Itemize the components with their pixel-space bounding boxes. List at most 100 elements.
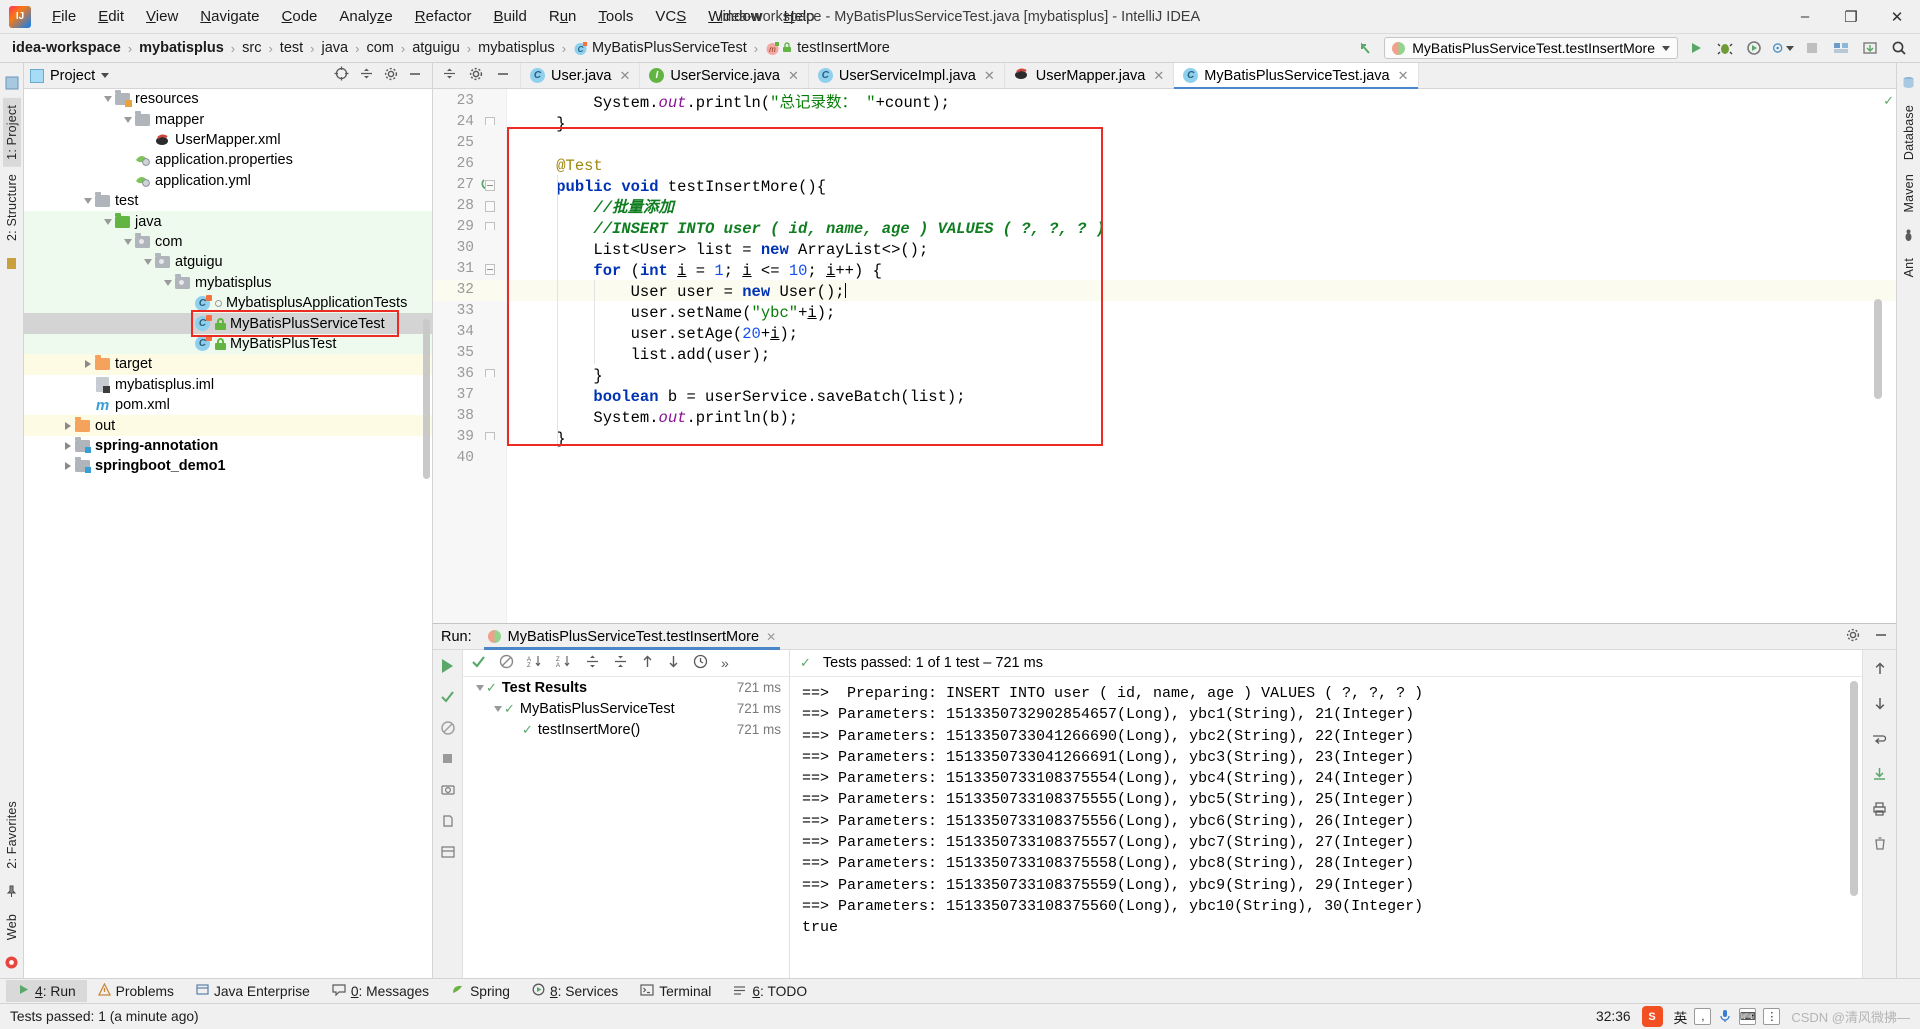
tree-node-mapper[interactable]: mapper bbox=[24, 109, 432, 129]
editor-scrollbar[interactable] bbox=[1874, 299, 1882, 399]
tree-node-com[interactable]: com bbox=[24, 232, 432, 252]
profiler-button[interactable] bbox=[1772, 37, 1794, 59]
toolwindow-button-todo[interactable]: 6: TODO bbox=[722, 981, 818, 1002]
scroll-from-source-icon[interactable] bbox=[334, 66, 349, 85]
run-button[interactable] bbox=[1685, 37, 1707, 59]
run-tab-close-icon[interactable]: ✕ bbox=[766, 630, 776, 644]
toolwindow-button-run[interactable]: 4: Run bbox=[6, 980, 87, 1002]
editor-gutter[interactable]: 232425262728293031323334353637383940 bbox=[433, 89, 507, 623]
code-fold-toggle[interactable] bbox=[485, 264, 495, 275]
show-passed-icon[interactable] bbox=[471, 654, 486, 673]
breadcrumb-item-atguigu[interactable]: atguigu bbox=[412, 40, 460, 56]
project-tree-scrollbar[interactable] bbox=[423, 319, 430, 479]
breadcrumb-item-java[interactable]: java bbox=[322, 40, 349, 56]
ime-tools-icon[interactable]: ⋮ bbox=[1763, 1008, 1780, 1025]
tree-node-spring-annotation[interactable]: spring-annotation bbox=[24, 436, 432, 456]
tree-twisty-right-icon[interactable] bbox=[61, 422, 74, 430]
prev-test-icon[interactable] bbox=[641, 654, 654, 673]
search-everywhere-icon[interactable] bbox=[1888, 37, 1910, 59]
tree-node-mybatisplus-iml[interactable]: mybatisplus.iml bbox=[24, 375, 432, 395]
print-icon[interactable] bbox=[1871, 800, 1888, 817]
sidebar-tab-maven[interactable]: Maven bbox=[1900, 167, 1918, 220]
menu-file[interactable]: File bbox=[41, 4, 87, 29]
menu-code[interactable]: Code bbox=[271, 4, 329, 29]
breadcrumb-item-test[interactable]: test bbox=[280, 40, 303, 56]
console-output[interactable]: ==> Preparing: INSERT INTO user ( id, na… bbox=[790, 677, 1862, 978]
editor-tab-close-icon[interactable]: ✕ bbox=[788, 68, 799, 84]
sogou-ime-icon[interactable]: S bbox=[1642, 1006, 1663, 1027]
tree-twisty-down-icon[interactable] bbox=[101, 96, 114, 102]
clear-all-icon[interactable] bbox=[1871, 835, 1888, 852]
editor-tab-userservice-java[interactable]: IUserService.java✕ bbox=[640, 63, 809, 88]
breadcrumb-item-testinsertmore[interactable]: mtestInsertMore bbox=[765, 40, 890, 56]
tree-node-mybatisplus[interactable]: mybatisplus bbox=[24, 273, 432, 293]
menu-build[interactable]: Build bbox=[482, 4, 537, 29]
console-scrollbar[interactable] bbox=[1850, 681, 1858, 896]
collapse-all-tests-icon[interactable] bbox=[613, 654, 628, 673]
ime-keyboard-icon[interactable]: ⌨ bbox=[1739, 1008, 1756, 1025]
menu-window[interactable]: Window bbox=[697, 4, 772, 29]
breadcrumb-item-mybatisplus[interactable]: mybatisplus bbox=[478, 40, 555, 56]
run-settings-gear-icon[interactable] bbox=[1846, 628, 1860, 646]
toolwindow-button-services[interactable]: 8: Services bbox=[521, 980, 629, 1002]
menu-view[interactable]: View bbox=[135, 4, 189, 29]
export-icon[interactable] bbox=[439, 812, 456, 829]
project-file-tree[interactable]: resourcesmapperUserMapper.xmlapplication… bbox=[24, 89, 432, 978]
tree-twisty-down-icon[interactable] bbox=[141, 259, 154, 265]
run-configuration-selector[interactable]: MyBatisPlusServiceTest.testInsertMore bbox=[1384, 37, 1678, 59]
chrome-icon[interactable] bbox=[3, 954, 20, 971]
code-fold-toggle[interactable] bbox=[485, 432, 495, 440]
breadcrumb-item-idea-workspace[interactable]: idea-workspace bbox=[12, 40, 121, 56]
pause-output-icon[interactable] bbox=[439, 750, 456, 767]
tree-twisty-down-icon[interactable] bbox=[161, 280, 174, 286]
toolwindow-button-java-enterprise[interactable]: Java Enterprise bbox=[185, 980, 321, 1002]
test-twisty-down-icon[interactable] bbox=[491, 706, 504, 712]
editor-tab-user-java[interactable]: CUser.java✕ bbox=[521, 63, 640, 88]
scroll-to-end-icon[interactable] bbox=[1871, 765, 1888, 782]
close-button[interactable]: ✕ bbox=[1874, 0, 1920, 33]
breadcrumb-item-mybatisplusservicetest[interactable]: CMyBatisPlusServiceTest bbox=[573, 40, 747, 56]
camera-icon[interactable] bbox=[439, 781, 456, 798]
tree-node-target[interactable]: target bbox=[24, 354, 432, 374]
menu-vcs[interactable]: VCS bbox=[644, 4, 697, 29]
tree-node-resources[interactable]: resources bbox=[24, 89, 432, 109]
tree-twisty-down-icon[interactable] bbox=[121, 117, 134, 123]
menu-tools[interactable]: Tools bbox=[587, 4, 644, 29]
hide-editor-icon[interactable] bbox=[496, 67, 510, 85]
code-fold-toggle[interactable] bbox=[485, 369, 495, 377]
editor-tab-mybatisplusservicetest-java[interactable]: CMyBatisPlusServiceTest.java✕ bbox=[1174, 63, 1418, 88]
menu-run[interactable]: Run bbox=[538, 4, 588, 29]
project-settings-gear-icon[interactable] bbox=[384, 67, 398, 85]
tree-twisty-right-icon[interactable] bbox=[61, 442, 74, 450]
editor-tab-close-icon[interactable]: ✕ bbox=[984, 68, 995, 84]
hide-run-panel-icon[interactable] bbox=[1874, 628, 1888, 646]
scroll-up-icon[interactable] bbox=[1871, 660, 1888, 677]
ime-mic-icon[interactable] bbox=[1718, 1008, 1732, 1026]
sort-tabs-icon[interactable] bbox=[443, 67, 456, 84]
minimize-button[interactable]: – bbox=[1782, 0, 1828, 33]
hide-ignored-icon[interactable] bbox=[499, 654, 514, 673]
next-test-icon[interactable] bbox=[667, 654, 680, 673]
test-history-icon[interactable] bbox=[693, 654, 708, 673]
menu-help[interactable]: Help bbox=[773, 4, 826, 29]
editor-tab-close-icon[interactable]: ✕ bbox=[1153, 68, 1164, 84]
tree-twisty-right-icon[interactable] bbox=[61, 462, 74, 470]
maximize-button[interactable]: ❐ bbox=[1828, 0, 1874, 33]
tree-twisty-down-icon[interactable] bbox=[101, 219, 114, 225]
code-fold-toggle[interactable] bbox=[485, 201, 495, 212]
tree-twisty-down-icon[interactable] bbox=[81, 198, 94, 204]
test-twisty-down-icon[interactable] bbox=[473, 685, 486, 691]
sidebar-tab-favorites[interactable]: 2: Favorites bbox=[3, 794, 21, 876]
tree-twisty-right-icon[interactable] bbox=[81, 360, 94, 368]
tree-node-mybatisplusservicetest[interactable]: CMyBatisPlusServiceTest bbox=[24, 313, 432, 333]
bookmarks-icon[interactable] bbox=[3, 255, 20, 272]
tree-node-application-properties[interactable]: application.properties bbox=[24, 150, 432, 170]
toolwindow-button-messages[interactable]: 0: Messages bbox=[321, 980, 440, 1002]
breadcrumb-item-com[interactable]: com bbox=[366, 40, 393, 56]
sidebar-tab-structure[interactable]: 2: Structure bbox=[3, 167, 21, 248]
menu-navigate[interactable]: Navigate bbox=[189, 4, 270, 29]
tree-twisty-down-icon[interactable] bbox=[121, 239, 134, 245]
editor-tab-close-icon[interactable]: ✕ bbox=[1398, 68, 1409, 84]
rerun-failed-icon[interactable] bbox=[439, 688, 456, 705]
toolwindow-button-problems[interactable]: Problems bbox=[87, 980, 185, 1002]
